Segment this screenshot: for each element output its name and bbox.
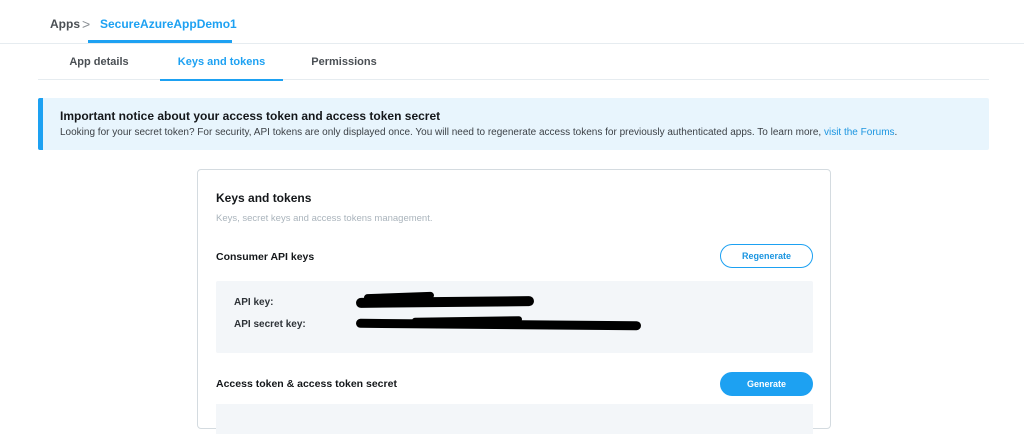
breadcrumb-active-indicator [88, 40, 232, 43]
notice-suffix: . [894, 127, 898, 138]
breadcrumb: Apps > SecureAzureAppDemo1 [0, 0, 1024, 44]
breadcrumb-current-app[interactable]: SecureAzureAppDemo1 [100, 17, 237, 31]
tab-keys-and-tokens[interactable]: Keys and tokens [160, 44, 283, 81]
notice-text: Looking for your secret token? For secur… [60, 127, 897, 138]
breadcrumb-apps-link[interactable]: Apps [50, 17, 80, 31]
important-notice-banner: Important notice about your access token… [38, 98, 989, 150]
card-subtitle: Keys, secret keys and access tokens mana… [216, 213, 433, 224]
card-title: Keys and tokens [216, 191, 312, 205]
access-token-section-title: Access token & access token secret [216, 378, 397, 390]
tab-app-details[interactable]: App details [60, 44, 138, 80]
regenerate-button[interactable]: Regenerate [720, 244, 813, 268]
api-secret-key-label: API secret key: [234, 319, 306, 330]
consumer-api-keys-title: Consumer API keys [216, 251, 315, 263]
visit-forums-link[interactable]: visit the Forums [824, 127, 895, 138]
tab-permissions[interactable]: Permissions [306, 44, 382, 80]
notice-title: Important notice about your access token… [60, 109, 441, 123]
api-key-label: API key: [234, 297, 274, 308]
consumer-keys-box: API key: API secret key: [216, 281, 813, 353]
keys-and-tokens-card: Keys and tokens Keys, secret keys and ac… [197, 169, 831, 434]
app-tabs: App details Keys and tokens Permissions [38, 44, 989, 81]
generate-button[interactable]: Generate [720, 372, 813, 396]
access-token-box [216, 404, 813, 434]
notice-body: Looking for your secret token? For secur… [60, 127, 824, 138]
chevron-right-icon: > [82, 16, 91, 32]
